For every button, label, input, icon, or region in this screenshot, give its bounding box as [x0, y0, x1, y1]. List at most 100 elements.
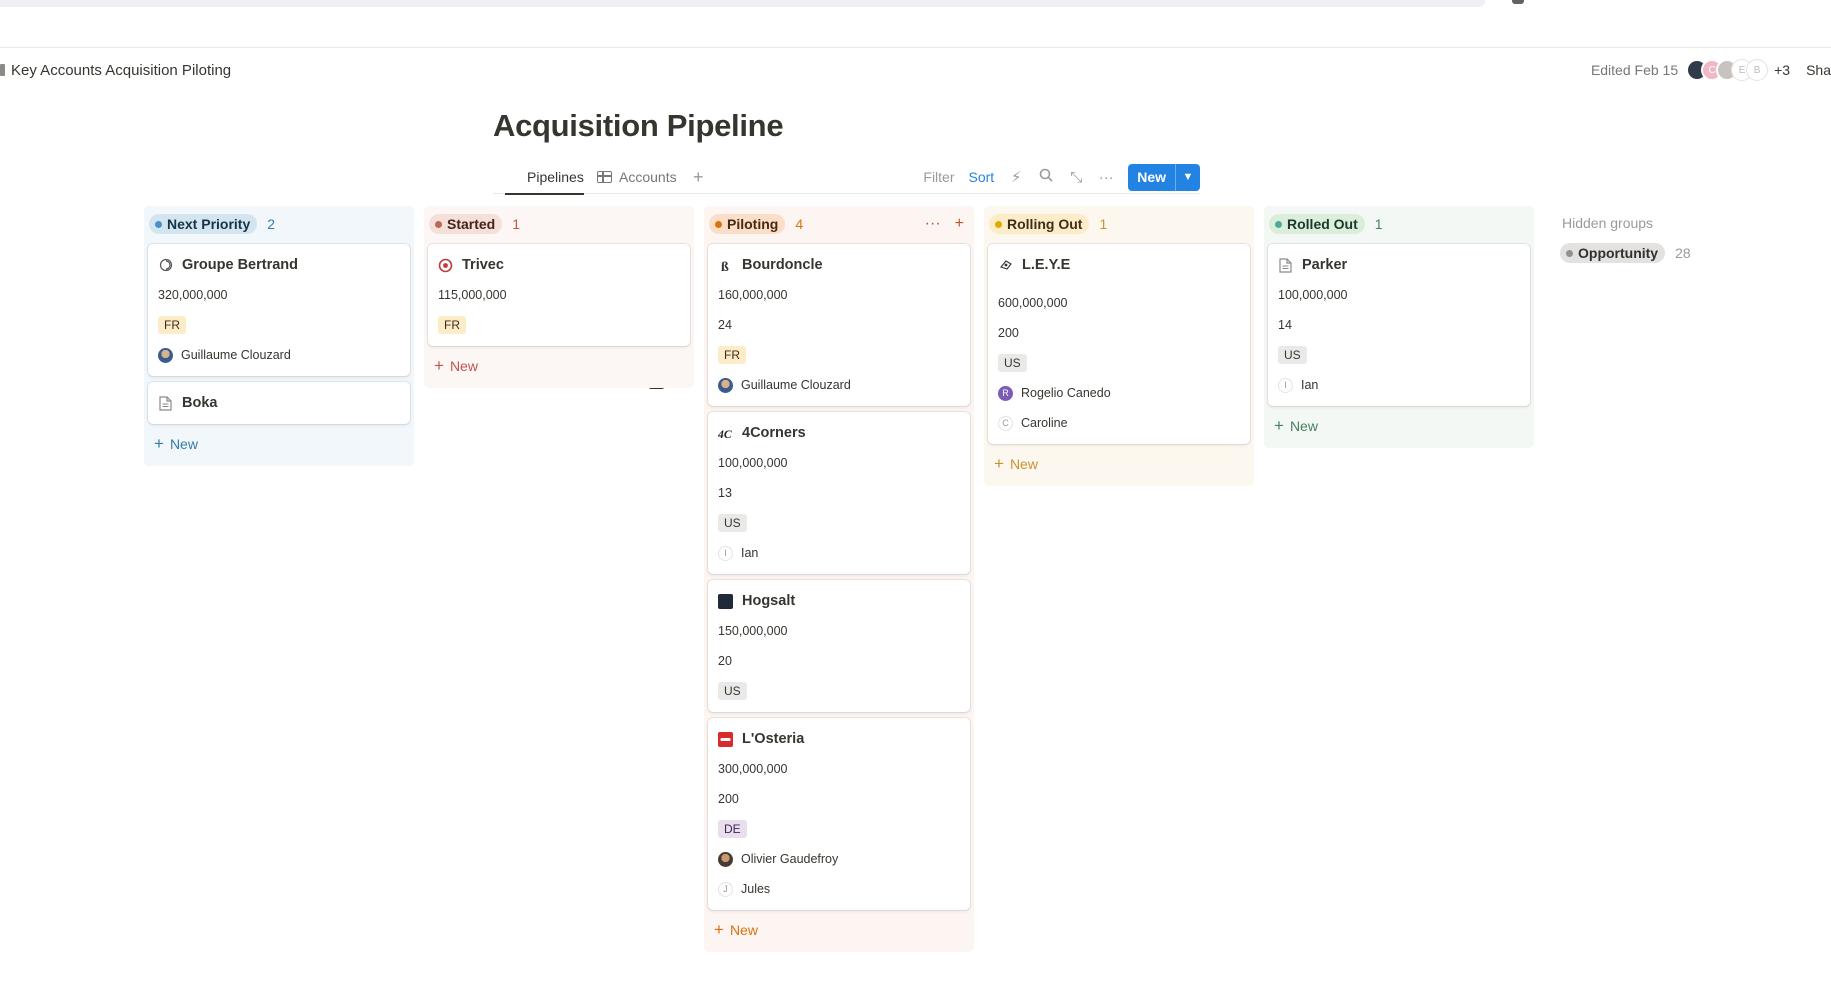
- more-options-icon[interactable]: ···: [925, 215, 941, 233]
- board-card[interactable]: Boka: [148, 382, 410, 424]
- page-title: Acquisition Pipeline: [493, 108, 784, 143]
- card-amount: 320,000,000: [158, 288, 228, 302]
- status-pill[interactable]: Piloting: [709, 214, 786, 234]
- status-dot: [435, 220, 442, 228]
- person-name: Guillaume Clouzard: [741, 378, 851, 392]
- card-number: 20: [718, 654, 732, 668]
- new-button-label[interactable]: New: [1128, 163, 1176, 191]
- card-title-text: Boka: [182, 395, 218, 411]
- tab-pipelines[interactable]: Pipelines: [505, 160, 664, 389]
- card-title-text: Groupe Bertrand: [182, 257, 299, 273]
- share-button[interactable]: Sha: [1806, 62, 1831, 78]
- new-label: New: [1289, 418, 1318, 434]
- page-icon: [158, 395, 173, 411]
- add-card-button[interactable]: + New: [1268, 410, 1530, 442]
- column-count: 4: [795, 216, 804, 232]
- card-person: J Jules: [718, 874, 960, 904]
- board-card[interactable]: L'Osteria 300,000,000 200 DE Olivier Gaudefr…: [708, 718, 970, 910]
- card-person: R Rogelio Canedo: [998, 378, 1240, 408]
- board-column-piloting: Piloting 4 ··· + ß Bourdoncle 160,000,000 24 FR G…: [704, 206, 974, 952]
- person-name: Olivier Gaudefroy: [741, 852, 839, 866]
- card-number: 13: [718, 486, 732, 500]
- status-pill[interactable]: Rolled Out: [1269, 214, 1365, 234]
- card-title: Hogsalt: [718, 590, 960, 612]
- chevron-down-icon[interactable]: ▼: [1176, 164, 1200, 191]
- breadcrumb[interactable]: Key Accounts Acquisition Piloting: [0, 60, 231, 80]
- country-tag: FR: [718, 346, 746, 364]
- sort-button[interactable]: Sort: [969, 169, 995, 185]
- collaborator-avatars[interactable]: C E B: [1686, 59, 1769, 81]
- card-amount: 150,000,000: [718, 624, 788, 638]
- card-title-text: Bourdoncle: [742, 257, 823, 273]
- add-view-button[interactable]: +: [693, 160, 704, 194]
- edited-timestamp: Edited Feb 15: [1590, 62, 1679, 78]
- more-collaborators-count[interactable]: +3: [1774, 62, 1790, 78]
- board-column-next-priority: Next Priority 2 Groupe Bertrand 320,000,000…: [144, 206, 414, 466]
- tab-accounts[interactable]: Accounts: [597, 160, 677, 194]
- board-card[interactable]: L.E.Y.E 600,000,000 200 US R Rogelio Canedo C C…: [988, 244, 1250, 444]
- new-label: New: [449, 358, 478, 374]
- status-pill[interactable]: Next Priority: [149, 214, 258, 234]
- tab-label: Pipelines: [527, 169, 584, 185]
- hidden-group-opportunity[interactable]: Opportunity 28: [1556, 240, 1716, 266]
- card-title-text: Parker: [1302, 257, 1348, 273]
- card-country: US: [718, 676, 960, 706]
- avatar[interactable]: B: [1746, 59, 1769, 81]
- status-pill[interactable]: Rolling Out: [989, 214, 1090, 234]
- search-icon[interactable]: [1038, 168, 1054, 186]
- country-tag: US: [998, 354, 1027, 372]
- expand-icon[interactable]: ⤡: [1068, 169, 1084, 186]
- add-card-icon[interactable]: +: [955, 215, 964, 233]
- card-title: Boka: [158, 392, 400, 414]
- table-view-icon: [597, 171, 612, 183]
- page-icon: [1278, 257, 1293, 273]
- board-card[interactable]: Trivec 115,000,000 FR: [428, 244, 690, 346]
- country-tag: FR: [438, 316, 466, 334]
- plus-icon: +: [714, 920, 724, 939]
- browser-icon[interactable]: [1512, 0, 1524, 4]
- new-label: New: [169, 436, 198, 452]
- board-card[interactable]: Parker 100,000,000 14 US I Ian: [1268, 244, 1530, 406]
- column-header[interactable]: Next Priority 2: [148, 210, 410, 238]
- card-amount: 160,000,000: [718, 288, 788, 302]
- avatar: C: [998, 415, 1013, 431]
- board-card[interactable]: 4C 4Corners 100,000,000 13 US I Ian: [708, 412, 970, 574]
- status-pill[interactable]: Started: [429, 214, 503, 234]
- automation-icon[interactable]: ⚡: [1008, 168, 1024, 186]
- page-header-actions: Edited Feb 15 C E B +3 Sha: [1591, 58, 1831, 82]
- more-options-icon[interactable]: ···: [1098, 169, 1114, 186]
- plus-icon: +: [1274, 416, 1284, 435]
- add-card-button[interactable]: + New: [988, 448, 1250, 480]
- group-pill[interactable]: Opportunity: [1560, 243, 1666, 263]
- country-tag: US: [718, 682, 747, 700]
- svg-text:4C: 4C: [718, 428, 732, 441]
- group-name: Opportunity: [1578, 245, 1659, 261]
- add-card-button[interactable]: + New: [148, 428, 410, 460]
- status-dot: [995, 220, 1002, 228]
- person-name: Guillaume Clouzard: [181, 348, 291, 362]
- column-header[interactable]: Rolling Out 1: [988, 210, 1250, 238]
- column-count: 1: [1374, 216, 1383, 232]
- column-header[interactable]: Started 1: [428, 210, 690, 238]
- column-header[interactable]: Piloting 4 ··· +: [708, 210, 970, 238]
- country-tag: US: [718, 514, 747, 532]
- card-title-text: 4Corners: [742, 425, 806, 441]
- card-person: C Caroline: [998, 408, 1240, 438]
- card-country: US: [718, 508, 960, 538]
- board-card[interactable]: ß Bourdoncle 160,000,000 24 FR Guillaume Clou…: [708, 244, 970, 406]
- new-button[interactable]: New ▼: [1128, 163, 1200, 191]
- board-card[interactable]: Groupe Bertrand 320,000,000 FR Guillaume Cl…: [148, 244, 410, 376]
- board-card[interactable]: Hogsalt 150,000,000 20 US: [708, 580, 970, 712]
- status-dot: [1275, 220, 1282, 228]
- browser-top-strip: [0, 0, 1831, 48]
- column-header[interactable]: Rolled Out 1: [1268, 210, 1530, 238]
- card-title-text: L'Osteria: [742, 731, 805, 747]
- filter-button[interactable]: Filter: [923, 169, 954, 185]
- add-card-button[interactable]: + New: [428, 350, 690, 382]
- avatar: I: [1278, 377, 1293, 393]
- add-card-button[interactable]: + New: [708, 914, 970, 946]
- card-title: L.E.Y.E: [998, 254, 1240, 276]
- breadcrumb-page[interactable]: Key Accounts Acquisition Piloting: [11, 62, 231, 79]
- card-country: US: [998, 348, 1240, 378]
- address-bar[interactable]: [0, 0, 1485, 7]
